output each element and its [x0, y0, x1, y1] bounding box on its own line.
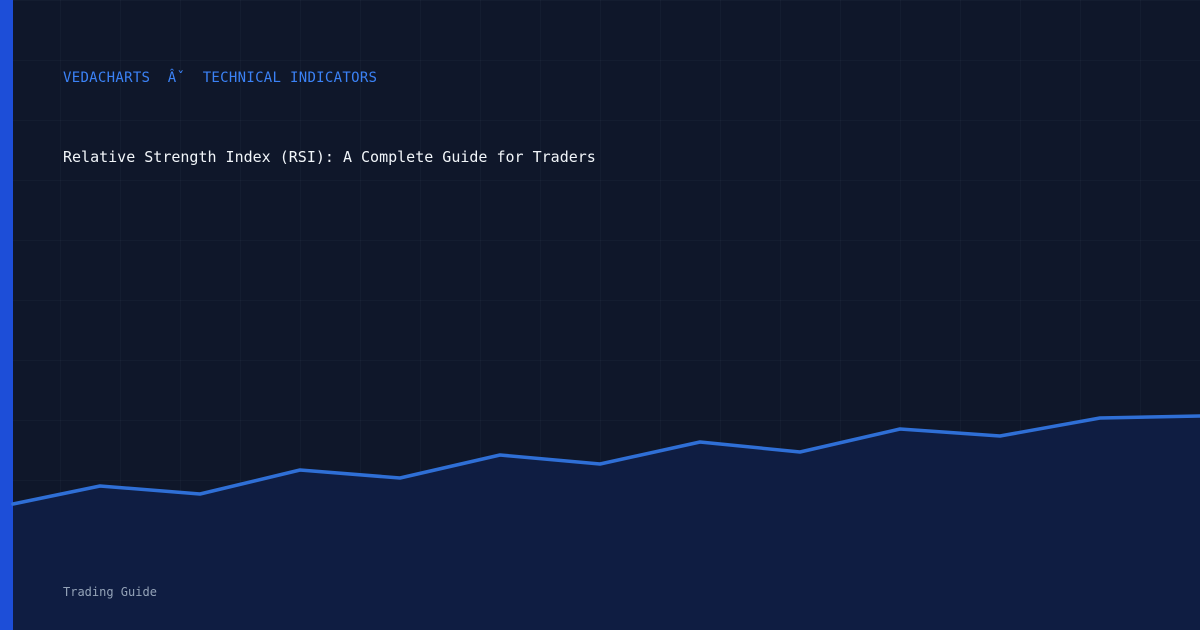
breadcrumb: VEDACHARTS Âˇ TECHNICAL INDICATORS	[63, 70, 377, 86]
footer-label: Trading Guide	[63, 585, 157, 599]
decorative-trend-chart	[11, 414, 1200, 630]
breadcrumb-brand[interactable]: VEDACHARTS	[63, 70, 150, 86]
trend-area	[13, 416, 1200, 630]
breadcrumb-category[interactable]: TECHNICAL INDICATORS	[203, 70, 378, 86]
og-card: VEDACHARTS Âˇ TECHNICAL INDICATORS Relat…	[0, 0, 1200, 630]
article-title: Relative Strength Index (RSI): A Complet…	[63, 148, 596, 166]
breadcrumb-separator: Âˇ	[167, 70, 186, 86]
